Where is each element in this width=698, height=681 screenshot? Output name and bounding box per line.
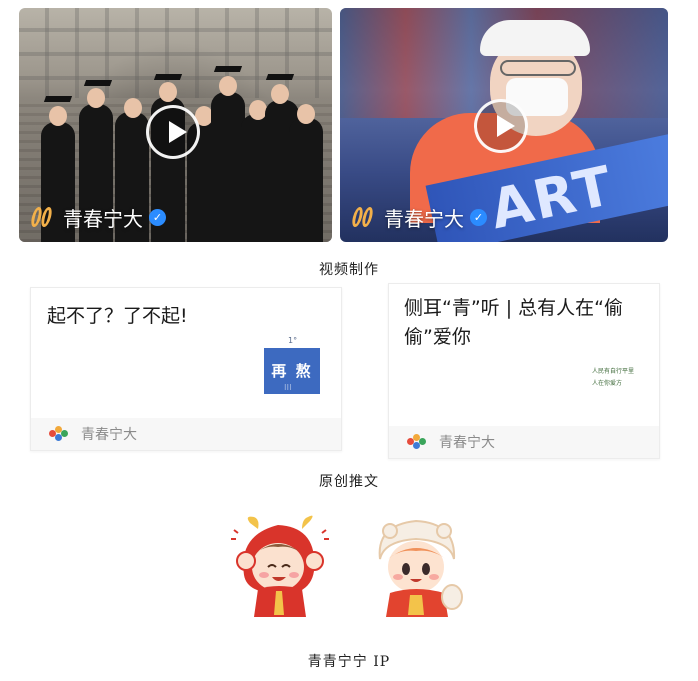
- article-footer: 青春宁大: [31, 418, 341, 450]
- channel-name: 青春宁大: [384, 206, 464, 231]
- verified-check-icon: ✓: [149, 208, 166, 226]
- play-icon[interactable]: [146, 105, 200, 159]
- building-background: [19, 8, 332, 98]
- article-card[interactable]: 侧耳“青”听 | 总有人在“偷偷”爱你 人民有自行平里 人在你爱方 青春宁大: [388, 283, 660, 459]
- video-card-graduation[interactable]: 青春宁大 ✓: [19, 8, 332, 242]
- caption-video: 视频制作: [319, 262, 379, 278]
- channel-logo-icon: [29, 207, 57, 227]
- video-card-marathon[interactable]: ART 青春宁大 ✓: [340, 8, 668, 242]
- article-footer: 青春宁大: [389, 426, 659, 458]
- article-title[interactable]: 侧耳“青”听 | 总有人在“偷偷”爱你: [404, 294, 644, 352]
- footer-account-name: 青春宁大: [81, 427, 137, 443]
- play-icon[interactable]: [474, 99, 528, 153]
- article-title[interactable]: 起不了？了不起!: [47, 302, 188, 331]
- caption-ip: 青青宁宁 IP: [307, 654, 391, 670]
- channel-bar: 青春宁大 ✓: [350, 202, 487, 232]
- article-thumbnail: 1° 再 熬 ⁝⁝⁝: [264, 336, 320, 394]
- verified-check-icon: ✓: [470, 208, 487, 226]
- channel-logo-icon: [350, 207, 378, 227]
- flower-logo-icon: [407, 434, 427, 450]
- ip-character-qingqing: [231, 515, 329, 617]
- footer-account-name: 青春宁大: [439, 435, 495, 451]
- caption-articles: 原创推文: [319, 474, 379, 490]
- article-card[interactable]: 起不了？了不起! 1° 再 熬 ⁝⁝⁝ 青春宁大: [30, 287, 342, 451]
- flower-logo-icon: [49, 426, 69, 442]
- ip-character-ningning: [378, 519, 463, 617]
- channel-bar: 青春宁大 ✓: [29, 202, 166, 232]
- channel-name: 青春宁大: [63, 206, 143, 231]
- article-thumbnail: 人民有自行平里 人在你爱方: [592, 368, 635, 387]
